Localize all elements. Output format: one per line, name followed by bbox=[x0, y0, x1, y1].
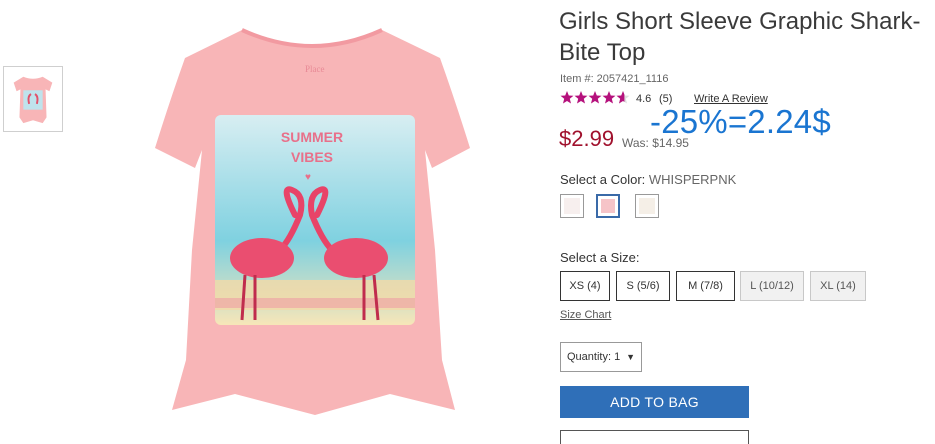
secondary-action-button[interactable] bbox=[560, 430, 749, 444]
quantity-value: Quantity: 1 bbox=[567, 351, 621, 363]
graphic-text-summer: SUMMER bbox=[281, 129, 343, 145]
size-option-xs[interactable]: XS (4) bbox=[560, 271, 610, 301]
size-option-l[interactable]: L (10/12) bbox=[740, 271, 804, 301]
color-swatch-whisperpnk[interactable] bbox=[596, 194, 620, 218]
size-chart-link[interactable]: Size Chart bbox=[560, 309, 611, 321]
color-swatch-white[interactable] bbox=[560, 194, 584, 218]
color-swatch-cream[interactable] bbox=[635, 194, 659, 218]
product-main-image[interactable]: Place SUMMER VIBES ♥ bbox=[150, 0, 475, 440]
color-label-text: Select a Color: bbox=[560, 172, 646, 187]
svg-text:♥: ♥ bbox=[305, 172, 311, 183]
size-option-s[interactable]: S (5/6) bbox=[616, 271, 670, 301]
sale-price: $2.99 bbox=[559, 126, 615, 151]
shirt-image: Place SUMMER VIBES ♥ bbox=[155, 28, 470, 415]
graphic-text-vibes: VIBES bbox=[291, 149, 333, 165]
rating-stars bbox=[560, 91, 630, 104]
svg-text:Place: Place bbox=[305, 64, 325, 74]
selected-color: WHISPERPNK bbox=[648, 172, 737, 187]
star-icon bbox=[602, 91, 616, 104]
color-label: Select a Color: WHISPERPNK bbox=[560, 172, 736, 187]
quantity-select[interactable]: Quantity: 1 ▼ bbox=[560, 342, 642, 372]
size-option-m[interactable]: M (7/8) bbox=[676, 271, 735, 301]
star-icon bbox=[560, 91, 574, 104]
rating-value: 4.6 bbox=[636, 93, 652, 105]
star-icon bbox=[588, 91, 602, 104]
star-icon bbox=[574, 91, 588, 104]
size-label: Select a Size: bbox=[560, 250, 640, 265]
size-option-xl[interactable]: XL (14) bbox=[810, 271, 866, 301]
product-thumbnail[interactable] bbox=[3, 66, 63, 132]
thumbnail-image bbox=[13, 76, 53, 124]
dropdown-arrow-icon: ▼ bbox=[626, 352, 635, 362]
promo-discount-note: -25%=2.24$ bbox=[650, 103, 831, 140]
add-to-bag-button[interactable]: ADD TO BAG bbox=[560, 386, 749, 418]
product-title: Girls Short Sleeve Graphic Shark-Bite To… bbox=[559, 8, 921, 66]
half-star-icon bbox=[616, 91, 630, 104]
item-number: Item #: 2057421_1116 bbox=[560, 73, 669, 85]
